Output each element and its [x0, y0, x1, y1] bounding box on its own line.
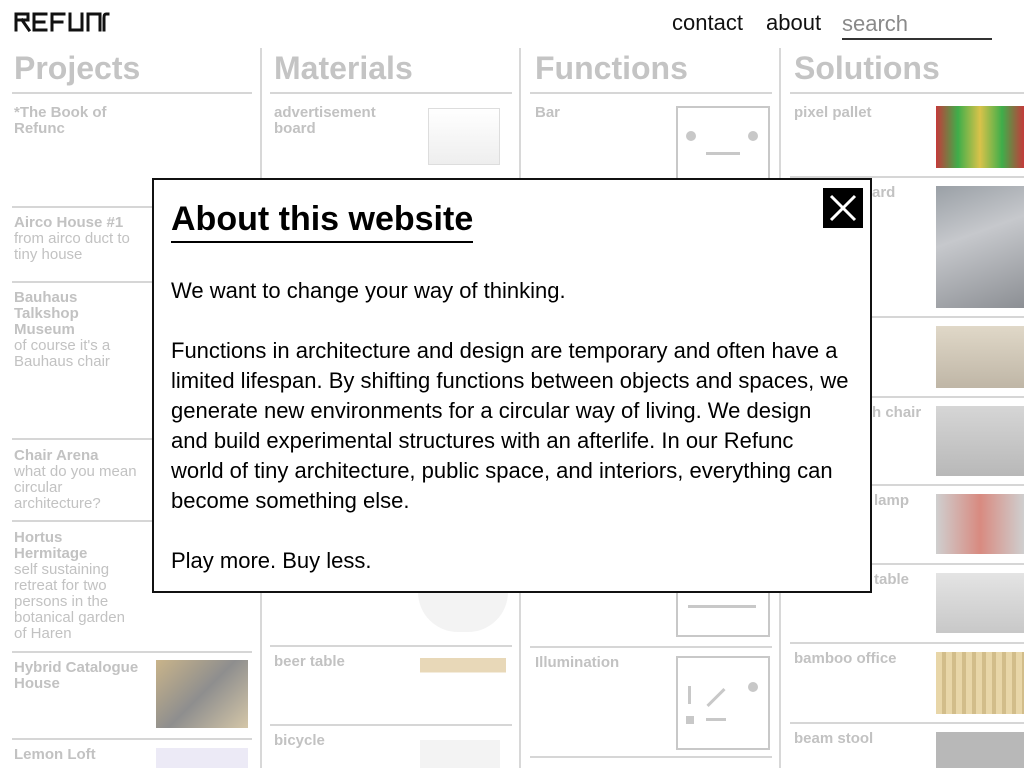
list-item[interactable]: advertisement board [274, 105, 394, 137]
list-item[interactable]: bicycle [274, 733, 394, 749]
item-title: lamp [874, 492, 910, 509]
item-title: *The Book of Refunc [14, 104, 107, 137]
item-title: table [874, 571, 910, 588]
item-title: Chair Arena [14, 447, 99, 464]
solution-thumbnail[interactable] [936, 406, 1024, 476]
search-input[interactable] [842, 10, 992, 40]
billboard-image[interactable] [428, 108, 500, 165]
item-title: ard [872, 184, 896, 201]
list-item[interactable]: pixel pallet [794, 105, 914, 121]
divider [790, 722, 1024, 724]
list-item[interactable]: Bauhaus Talkshop Museum of course it's a … [14, 290, 124, 370]
item-subtitle: from airco duct to tiny house [14, 230, 130, 263]
item-title: Hortus Hermitage [14, 529, 88, 562]
close-button[interactable] [823, 188, 863, 228]
divider [12, 92, 252, 94]
divider [12, 738, 252, 740]
divider [270, 645, 512, 647]
about-link[interactable]: about [766, 10, 821, 36]
modal-paragraph: Functions in architecture and design are… [171, 338, 849, 513]
list-item[interactable]: Hybrid Catalogue House [14, 660, 154, 692]
item-title: bamboo office [794, 650, 897, 667]
project-thumbnail[interactable] [156, 748, 248, 768]
list-item[interactable]: Bar [535, 105, 655, 121]
list-item[interactable]: table [874, 572, 934, 588]
beer-table-image[interactable] [420, 658, 506, 706]
solution-thumbnail[interactable] [936, 494, 1024, 554]
divider [790, 642, 1024, 644]
divider [530, 646, 772, 648]
list-item[interactable]: Chair Arena what do you mean circular arc… [14, 448, 149, 512]
item-subtitle: of course it's a Bauhaus chair [14, 337, 111, 370]
modal-paragraph: We want to change your way of thinking. [171, 278, 566, 303]
divider [530, 92, 772, 94]
column-title-solutions[interactable]: Solutions [794, 50, 940, 87]
list-item[interactable]: ard [872, 185, 932, 201]
item-title: Bar [535, 104, 561, 121]
list-item[interactable]: beer table [274, 654, 394, 670]
bamboo-office-image[interactable] [936, 652, 1024, 714]
list-item[interactable]: Lemon Loft [14, 747, 154, 763]
refunc-logo[interactable] [14, 10, 114, 37]
list-item[interactable]: Hortus Hermitage self sustaining retreat … [14, 530, 139, 642]
list-item[interactable]: h chair [872, 405, 932, 421]
close-icon [829, 194, 857, 222]
item-title: Bauhaus Talkshop Museum [14, 289, 79, 338]
solution-thumbnail[interactable] [936, 326, 1024, 388]
list-item[interactable]: beam stool [794, 731, 914, 747]
item-title: Airco House #1 [14, 214, 124, 231]
modal-paragraph: Play more. Buy less. [171, 548, 372, 573]
item-title: Lemon Loft [14, 746, 96, 763]
contact-link[interactable]: contact [672, 10, 743, 36]
project-thumbnail[interactable] [156, 660, 248, 728]
item-title: Hybrid Catalogue House [14, 659, 139, 692]
item-title: bicycle [274, 732, 325, 749]
bicycle-image[interactable] [420, 740, 500, 768]
item-title: Illumination [535, 654, 620, 671]
item-title: advertisement board [274, 104, 376, 137]
divider [270, 724, 512, 726]
list-item[interactable]: lamp [874, 493, 934, 509]
modal-title: About this website [171, 200, 474, 243]
beam-stool-image[interactable] [936, 732, 1024, 768]
about-modal: About this website We want to change you… [152, 178, 872, 593]
solution-thumbnail[interactable] [936, 186, 1024, 308]
column-title-functions[interactable]: Functions [535, 50, 688, 87]
divider [12, 651, 252, 653]
list-item[interactable]: *The Book of Refunc [14, 105, 134, 137]
list-item[interactable]: Illumination [535, 655, 655, 671]
item-subtitle: self sustaining retreat for two persons … [14, 561, 125, 642]
item-title: beam stool [794, 730, 874, 747]
item-subtitle: what do you mean circular architecture? [14, 463, 137, 512]
divider [790, 92, 1024, 94]
divider [270, 92, 512, 94]
list-item[interactable]: bamboo office [794, 651, 914, 667]
item-title: beer table [274, 653, 345, 670]
pixel-pallet-image[interactable] [936, 106, 1024, 168]
item-title: h chair [872, 404, 922, 421]
solution-thumbnail[interactable] [936, 573, 1024, 633]
item-title: pixel pallet [794, 104, 872, 121]
column-title-materials[interactable]: Materials [274, 50, 413, 87]
divider [530, 756, 772, 758]
column-title-projects[interactable]: Projects [14, 50, 140, 87]
illumination-diagram-icon[interactable] [676, 656, 770, 750]
list-item[interactable]: Airco House #1 from airco duct to tiny ho… [14, 215, 144, 263]
